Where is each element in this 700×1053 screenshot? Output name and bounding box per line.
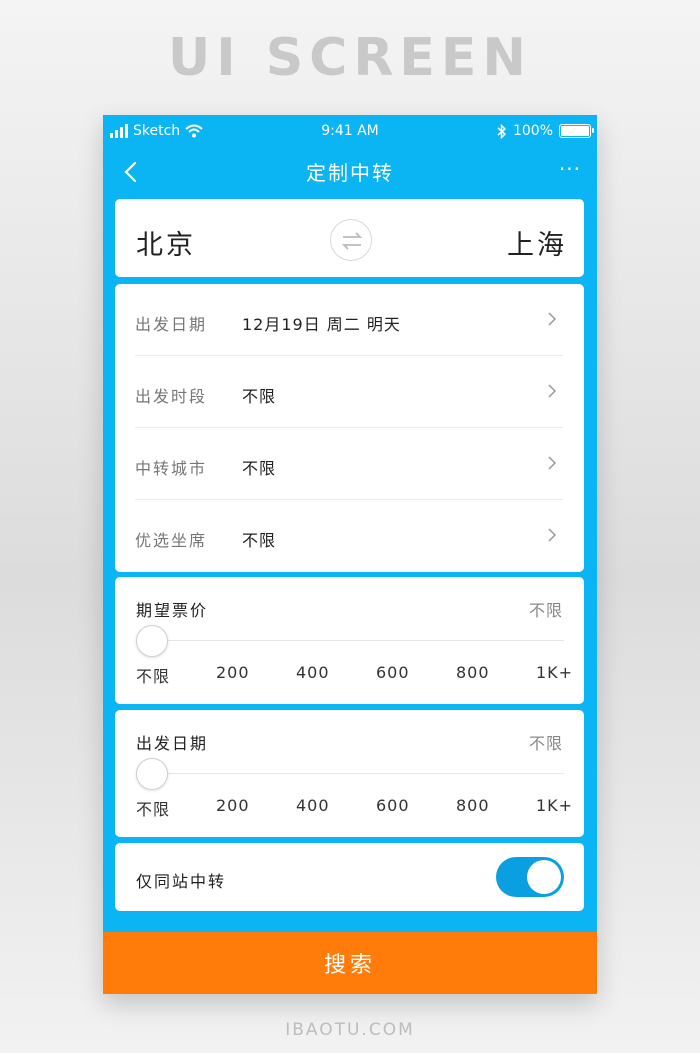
slider-tick-label: 不限: [136, 667, 171, 686]
status-bar: Sketch 9:41 AM 100%: [103, 115, 597, 149]
slider-tick-label: 400: [296, 796, 330, 815]
swap-arrows-icon: [341, 232, 363, 250]
slider-tick-label: 600: [376, 796, 410, 815]
slider-tick-label: 200: [216, 796, 250, 815]
bluetooth-icon: [497, 123, 507, 139]
slider-tick-label: 不限: [136, 800, 171, 819]
phone-screen: Sketch 9:41 AM 100% 定制中转 ··· 北京 上海 出发日期 …: [103, 115, 597, 994]
slider-tick-label: 1K+: [536, 663, 574, 682]
slider-value: 不限: [528, 601, 563, 620]
slider-value: 不限: [528, 734, 563, 753]
option-row-seat[interactable]: 优选坐席 不限: [135, 500, 563, 572]
departure-city[interactable]: 北京: [136, 223, 196, 262]
nav-bar: 定制中转 ···: [103, 153, 597, 189]
slider-tick-label: 800: [456, 796, 490, 815]
option-label: 优选坐席: [135, 531, 208, 550]
option-row-departure-time[interactable]: 出发时段 不限: [135, 356, 563, 428]
same-station-toggle[interactable]: [496, 857, 564, 897]
slider-track[interactable]: [136, 773, 564, 774]
slider-tick-label: 200: [216, 663, 250, 682]
slider-handle[interactable]: [136, 625, 168, 657]
slider-title: 期望票价: [136, 601, 209, 620]
option-value: 不限: [242, 459, 277, 478]
option-row-transfer-city[interactable]: 中转城市 不限: [135, 428, 563, 500]
option-label: 出发日期: [135, 315, 208, 334]
battery-icon: [559, 124, 594, 138]
option-value: 12月19日 周二 明天: [242, 315, 401, 334]
slider-ticks: 不限 200 400 600 800 1K+: [136, 796, 572, 819]
option-row-departure-date[interactable]: 出发日期 12月19日 周二 明天: [135, 284, 563, 356]
option-label: 出发时段: [135, 387, 208, 406]
slider-track[interactable]: [136, 640, 564, 641]
chevron-right-icon: [548, 312, 557, 326]
search-button[interactable]: 搜索: [103, 932, 597, 994]
slider-tick-label: 1K+: [536, 796, 574, 815]
slider-tick-label: 800: [456, 663, 490, 682]
toggle-thumb: [527, 860, 561, 894]
battery-percent: 100%: [512, 123, 553, 139]
chevron-right-icon: [548, 384, 557, 398]
slider-tick-label: 400: [296, 663, 330, 682]
date-slider-card: 出发日期 不限 不限 200 400 600 800 1K+: [115, 710, 584, 837]
option-label: 中转城市: [135, 459, 208, 478]
slider-handle[interactable]: [136, 758, 168, 790]
same-station-card: 仅同站中转: [115, 843, 584, 911]
battery-fill: [561, 126, 589, 136]
slider-ticks: 不限 200 400 600 800 1K+: [136, 663, 572, 686]
more-dots-icon[interactable]: ···: [559, 159, 581, 179]
slider-title: 出发日期: [136, 734, 209, 753]
chevron-right-icon: [548, 528, 557, 542]
status-right: 100%: [497, 123, 594, 139]
banner-title: UI SCREEN: [168, 28, 532, 88]
option-value: 不限: [242, 531, 277, 550]
arrival-city[interactable]: 上海: [507, 223, 567, 262]
swap-button[interactable]: [330, 219, 372, 261]
footer-text: IBAOTU.COM: [285, 1020, 415, 1040]
route-card: 北京 上海: [115, 199, 584, 277]
price-slider-card: 期望票价 不限 不限 200 400 600 800 1K+: [115, 577, 584, 704]
same-station-label: 仅同站中转: [136, 872, 227, 891]
option-value: 不限: [242, 387, 277, 406]
page-title: 定制中转: [306, 161, 394, 185]
options-card: 出发日期 12月19日 周二 明天 出发时段 不限 中转城市 不限 优选坐席 不…: [115, 284, 584, 572]
slider-tick-label: 600: [376, 663, 410, 682]
chevron-right-icon: [548, 456, 557, 470]
